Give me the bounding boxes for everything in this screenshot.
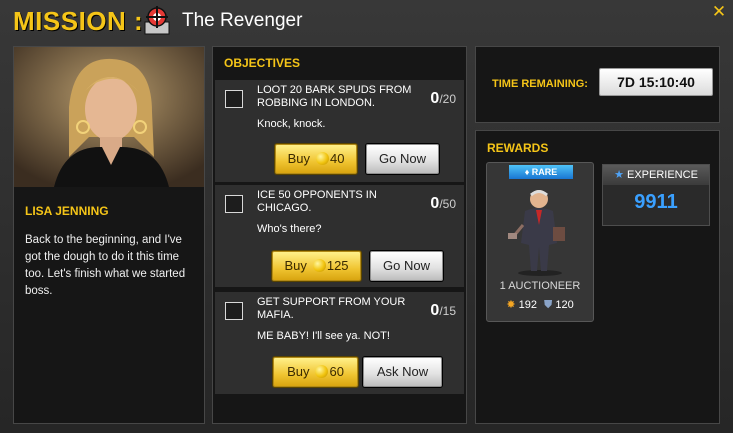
objective-quote: ME BABY! I'll see ya. NOT! [257,330,390,342]
attack-value: 192 [518,299,537,311]
buy-label: Buy [287,151,310,166]
objective-title: GET SUPPORT FROM YOUR MAFIA. [257,296,406,321]
character-portrait-illustration [14,47,204,187]
objective-item: GET SUPPORT FROM YOUR MAFIA. 0/15 ME BAB… [215,292,464,394]
time-remaining-value: 7D 15:10:40 [599,68,713,96]
time-remaining-label: TIME REMAINING: [492,78,588,90]
close-icon[interactable]: ✕ [711,3,727,20]
defense-value: 120 [555,299,574,311]
buy-button[interactable]: Buy 125 [272,251,361,281]
go-now-button[interactable]: Go Now [366,144,439,174]
objectives-panel: OBJECTIVES LOOT 20 BARK SPUDS FROM ROBBI… [212,46,467,424]
objective-progress: 0/20 [430,90,456,108]
character-name: LISA JENNING [25,204,109,218]
objective-progress: 0/50 [430,195,456,213]
attack-icon: ✸ [506,299,516,311]
objectives-heading: OBJECTIVES [224,56,301,70]
objective-item: ICE 50 OPPONENTS IN CHICAGO. 0/50 Who's … [215,185,464,287]
progress-total: /15 [439,304,456,318]
coin-icon [312,259,326,272]
objective-checkbox [225,195,243,213]
objective-progress: 0/15 [430,302,456,320]
buy-cost: 60 [329,364,344,379]
coin-icon [315,365,329,378]
coin-icon [315,152,329,165]
objective-quote: Who's there? [257,223,322,235]
defense-icon: ⛊ [544,299,553,311]
character-dialogue: Back to the beginning, and I've got the … [25,234,186,297]
buy-label: Buy [287,364,310,379]
mission-label: MISSION : [13,6,144,36]
buy-cost: 125 [326,258,349,273]
buy-cost: 40 [329,151,345,166]
rarity-badge: ♦ RARE [509,165,573,179]
experience-label: EXPERIENCE [627,169,698,181]
experience-reward: ★ EXPERIENCE 9911 [602,164,710,226]
buy-label: Buy [284,258,307,273]
objective-checkbox [225,302,243,320]
objective-quote: Knock, knock. [257,118,326,130]
objective-checkbox [225,90,243,108]
reward-item-stats: ✸ 192 ⛊ 120 [487,298,593,312]
diamond-icon: ♦ [524,167,532,177]
auctioneer-figure [508,190,565,276]
buy-button[interactable]: Buy 40 [275,144,357,174]
objective-title: ICE 50 OPPONENTS IN CHICAGO. [257,189,377,214]
objective-item: LOOT 20 BARK SPUDS FROM ROBBING IN LONDO… [215,80,464,182]
character-panel: LISA JENNING Back to the beginning, and … [13,46,205,424]
reward-item-card[interactable]: ♦ RARE 1 AUCTIONEER ✸ 192 ⛊ 120 [486,162,594,322]
progress-total: /20 [439,92,456,106]
rewards-heading: REWARDS [487,141,549,155]
star-icon: ★ [614,169,627,181]
progress-total: /50 [439,197,456,211]
go-now-button[interactable]: Go Now [370,251,443,281]
character-portrait [14,47,204,187]
mission-target-icon [144,6,170,35]
reward-item-name: 1 AUCTIONEER [499,280,581,292]
progress-current: 0 [430,90,440,107]
experience-value: 9911 [634,191,678,213]
rewards-panel: REWARDS ♦ RARE 1 AUCTIONEER ✸ 192 ⛊ 120 … [475,130,720,424]
time-remaining-panel: TIME REMAINING: 7D 15:10:40 [475,46,720,123]
progress-current: 0 [430,195,440,212]
ask-now-button[interactable]: Ask Now [363,357,442,387]
experience-header: ★ EXPERIENCE [603,165,709,185]
objective-title: LOOT 20 BARK SPUDS FROM ROBBING IN LONDO… [257,84,412,109]
buy-button[interactable]: Buy 60 [273,357,358,387]
rarity-label: RARE [531,167,558,177]
mission-title: The Revenger [182,10,303,31]
progress-current: 0 [430,302,440,319]
